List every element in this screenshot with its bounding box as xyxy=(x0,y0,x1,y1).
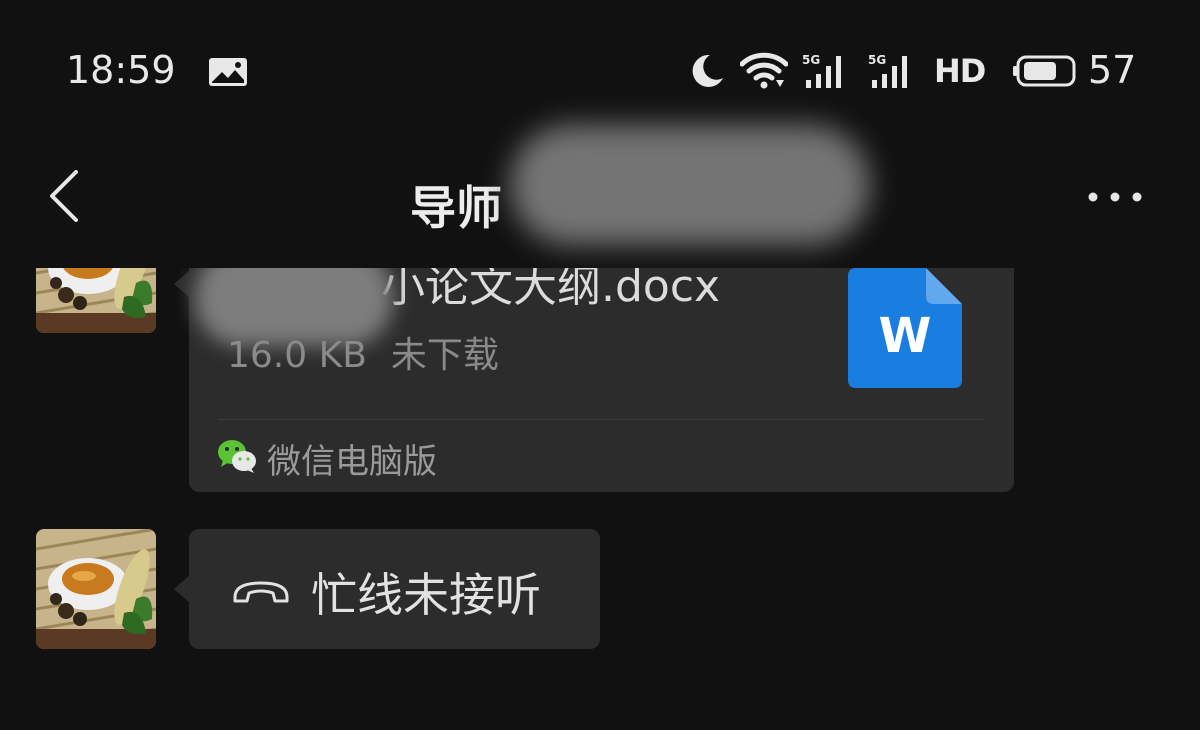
redacted-name-blur xyxy=(510,125,870,245)
back-arrow-icon[interactable] xyxy=(44,168,84,224)
contact-avatar[interactable] xyxy=(36,529,156,649)
file-meta: 16.0 KB 未下载 xyxy=(227,326,499,378)
svg-text:W: W xyxy=(879,308,932,364)
bubble-tail xyxy=(174,575,190,603)
signal-5g-sim2-icon: 5G xyxy=(868,53,907,88)
download-status: 未下载 xyxy=(390,335,499,376)
image-notification-icon xyxy=(209,58,247,86)
status-time: 18:59 xyxy=(66,48,176,92)
card-divider xyxy=(218,419,984,420)
status-bar: 18:59 5G 5G HD 57 xyxy=(0,0,1200,140)
source-label: 微信电脑版 xyxy=(267,442,437,482)
word-document-icon: W xyxy=(848,268,962,388)
svg-text:5G: 5G xyxy=(802,53,820,67)
chat-title: 导师 xyxy=(410,181,502,235)
contact-avatar[interactable] xyxy=(36,268,156,333)
call-status-text: 忙线未接听 xyxy=(311,568,541,622)
more-options-icon[interactable] xyxy=(1086,190,1144,204)
file-name: 小论文大纲.docx xyxy=(381,268,721,312)
file-message-card[interactable]: 小论文大纲.docx 16.0 KB 未下载 W 微信电脑版 xyxy=(189,268,1014,492)
phone-hangup-icon xyxy=(233,581,289,603)
message-list[interactable]: 小论文大纲.docx 16.0 KB 未下载 W 微信电脑版 忙线未接听 xyxy=(0,268,1200,730)
do-not-disturb-moon-icon xyxy=(692,54,723,87)
chat-header: 导师 xyxy=(0,125,1200,268)
svg-text:5G: 5G xyxy=(868,53,886,67)
signal-5g-sim1-icon: 5G xyxy=(802,53,841,88)
file-size: 16.0 KB xyxy=(227,335,367,376)
bubble-tail xyxy=(174,270,190,298)
wechat-logo-icon xyxy=(218,440,256,473)
battery-icon xyxy=(1013,55,1076,87)
voice-call-message[interactable]: 忙线未接听 xyxy=(189,529,600,649)
wifi-icon xyxy=(740,52,788,89)
battery-percentage: 57 xyxy=(1088,48,1137,92)
hd-voice-label: HD xyxy=(934,52,986,90)
